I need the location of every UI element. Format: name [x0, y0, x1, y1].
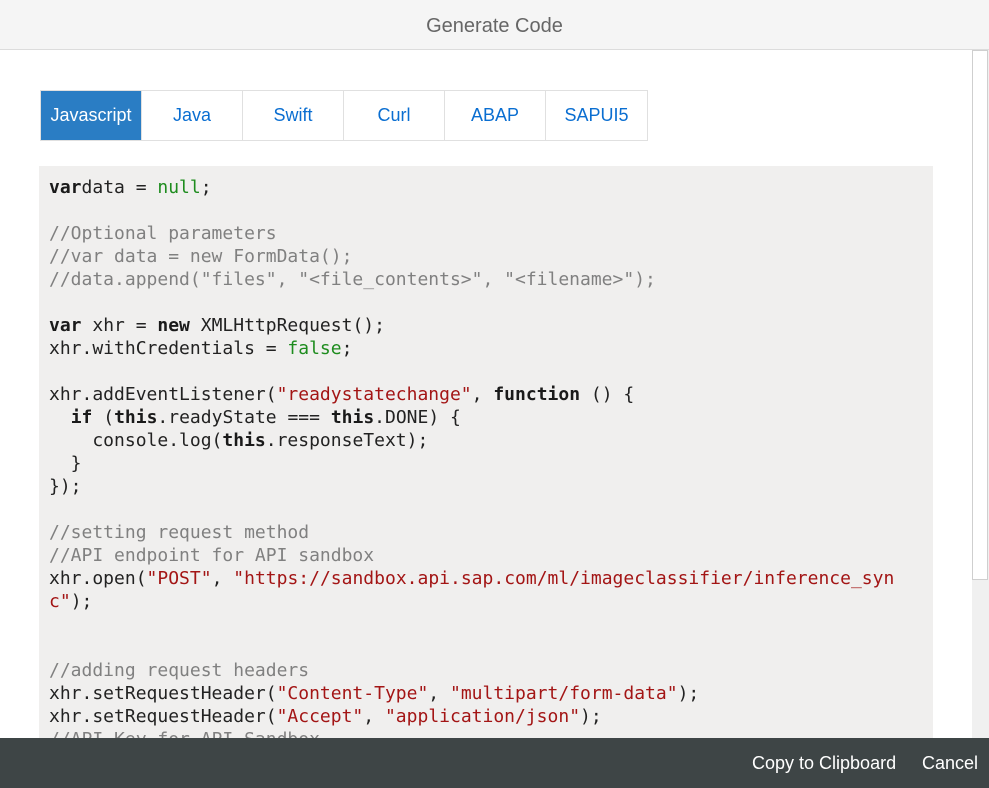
code-line: //API Key for API Sandbox: [49, 729, 320, 738]
tab-java[interactable]: Java: [142, 91, 243, 140]
code-line: xhr.open("POST", "https://sandbox.api.sa…: [49, 568, 895, 589]
scrollbar-thumb[interactable]: [972, 50, 988, 580]
code-line: c");: [49, 591, 93, 612]
copy-to-clipboard-button[interactable]: Copy to Clipboard: [752, 738, 896, 788]
code-snippet: vardata = null; //Optional parameters //…: [39, 166, 933, 738]
code-line: //setting request method: [49, 522, 310, 543]
code-line: vardata = null;: [49, 177, 212, 198]
code-line: });: [49, 476, 82, 497]
dialog-footer: Copy to Clipboard Cancel: [0, 738, 989, 788]
code-line: console.log(this.responseText);: [49, 430, 429, 451]
code-line: if (this.readyState === this.DONE) {: [70, 407, 461, 428]
code-line: //API endpoint for API sandbox: [49, 545, 375, 566]
dialog-content[interactable]: Javascript Java Swift Curl ABAP SAPUI5 v…: [0, 50, 972, 738]
language-tabs: Javascript Java Swift Curl ABAP SAPUI5: [40, 90, 648, 141]
tab-swift[interactable]: Swift: [243, 91, 344, 140]
code-line: //var data = new FormData();: [49, 246, 353, 267]
dialog-header: Generate Code: [0, 0, 989, 50]
code-snippet-box: vardata = null; //Optional parameters //…: [39, 166, 933, 738]
code-line: //data.append("files", "<file_contents>"…: [49, 269, 656, 290]
code-line: xhr.setRequestHeader("Accept", "applicat…: [49, 706, 602, 727]
code-line: //adding request headers: [49, 660, 310, 681]
code-line: xhr.withCredentials = false;: [49, 338, 353, 359]
code-line: }: [49, 453, 82, 474]
dialog-title: Generate Code: [426, 15, 563, 37]
code-line: xhr.addEventListener("readystatechange",…: [49, 384, 635, 405]
tab-abap[interactable]: ABAP: [445, 91, 546, 140]
code-line: //Optional parameters: [49, 223, 277, 244]
code-line: xhr.setRequestHeader("Content-Type", "mu…: [49, 683, 700, 704]
tab-sapui5[interactable]: SAPUI5: [546, 91, 647, 140]
code-line: var xhr = new XMLHttpRequest();: [49, 315, 385, 336]
generate-code-dialog: Generate Code Javascript Java Swift Curl…: [0, 0, 989, 788]
cancel-button[interactable]: Cancel: [922, 738, 978, 788]
tab-javascript[interactable]: Javascript: [41, 91, 142, 140]
tab-curl[interactable]: Curl: [344, 91, 445, 140]
